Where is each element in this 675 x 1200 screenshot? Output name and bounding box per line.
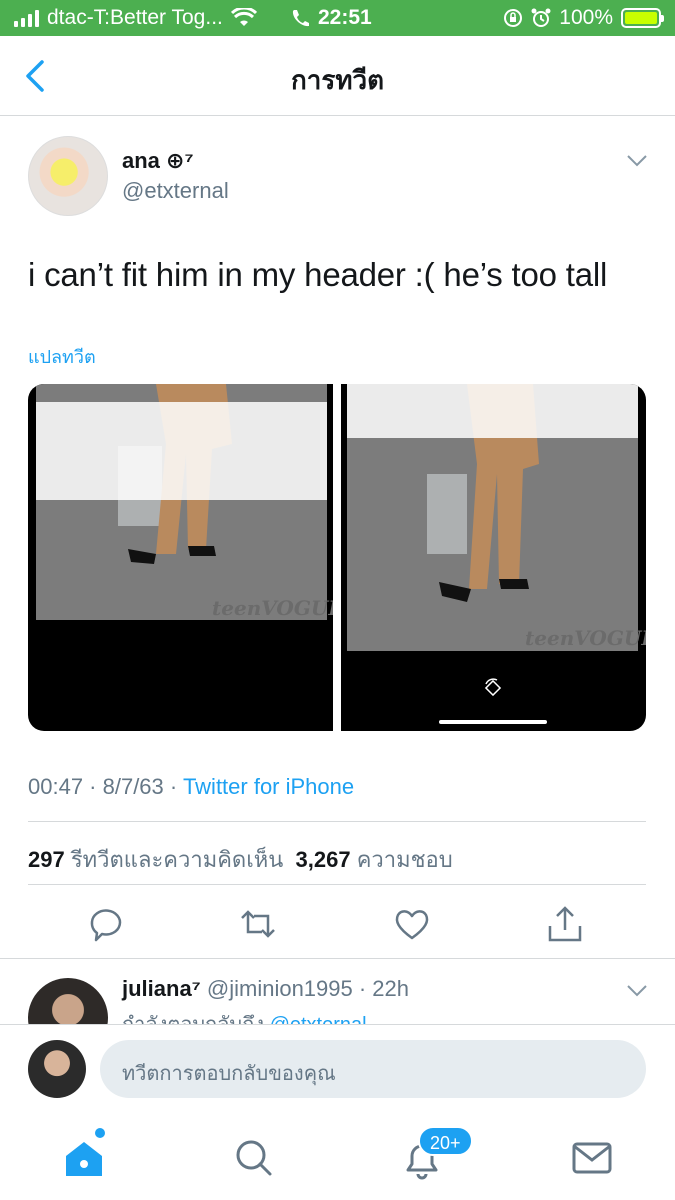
alarm-icon [531, 8, 551, 27]
divider [28, 884, 646, 885]
status-bar: dtac-T:Better Tog... 22:51 100% [0, 0, 675, 36]
likes-count[interactable]: 3,267 [296, 847, 351, 872]
my-avatar [28, 1040, 86, 1098]
tweet-timestamp: 00:47 · 8/7/63 · Twitter for iPhone [28, 774, 354, 800]
retweets-label[interactable]: รีทวีตและความคิดเห็น [71, 847, 283, 872]
phone-icon [292, 10, 309, 27]
reply-handle-time: @jiminion1995 · 22h [206, 976, 410, 1001]
signal-icon [14, 9, 39, 27]
home-unread-dot [95, 1128, 105, 1138]
clock: 22:51 [318, 6, 372, 29]
divider [28, 821, 646, 822]
nav-bar: การทวีต [0, 36, 675, 116]
chevron-down-icon[interactable] [626, 984, 648, 998]
rotate-icon[interactable] [483, 678, 503, 698]
tweet-stats: 297 รีทวีตและความคิดเห็น 3,267 ความชอบ [28, 842, 453, 877]
tweet-source[interactable]: Twitter for iPhone [183, 774, 354, 799]
likes-label[interactable]: ความชอบ [357, 847, 453, 872]
divider [0, 958, 675, 959]
battery-percent: 100% [559, 6, 613, 29]
watermark: teenVOGUE [212, 596, 333, 620]
chevron-down-icon[interactable] [626, 154, 648, 168]
reply-icon[interactable] [86, 904, 126, 944]
tweet-media: teenVOGUE teenVOGUE [28, 384, 646, 731]
rotation-lock-icon [504, 9, 523, 27]
reply-input[interactable]: ทวีตการตอบกลับของคุณ [100, 1040, 646, 1098]
share-icon[interactable] [545, 904, 585, 944]
home-indicator [439, 720, 547, 724]
tweet-text: i can’t fit him in my header :( he’s too… [28, 256, 608, 293]
author-name[interactable]: ana ⊕⁷ [122, 148, 194, 174]
translate-link[interactable]: แปลทวีต [28, 342, 96, 371]
page-title: การทวีต [291, 65, 384, 95]
author-handle[interactable]: @etxternal [122, 178, 229, 204]
watermark: teenVOGUE [525, 626, 646, 650]
messages-mail-icon[interactable] [570, 1136, 614, 1180]
tweet-actions [0, 900, 675, 948]
author-avatar[interactable] [28, 136, 108, 216]
retweet-icon[interactable] [238, 904, 278, 944]
retweets-count[interactable]: 297 [28, 847, 65, 872]
reply-name: juliana⁷ [122, 976, 201, 1001]
carrier-label: dtac-T:Better Tog... [47, 6, 223, 29]
battery-icon [621, 8, 664, 28]
tweet-time: 00:47 · 8/7/63 · [28, 774, 183, 799]
reply-header[interactable]: juliana⁷ @jiminion1995 · 22h [122, 976, 409, 1002]
media-image-1[interactable]: teenVOGUE [28, 384, 333, 731]
search-icon[interactable] [232, 1136, 276, 1180]
home-icon[interactable] [62, 1136, 106, 1180]
notifications-badge: 20+ [418, 1126, 473, 1156]
like-heart-icon[interactable] [392, 904, 432, 944]
media-image-2[interactable]: teenVOGUE [341, 384, 646, 731]
wifi-icon [230, 8, 257, 26]
